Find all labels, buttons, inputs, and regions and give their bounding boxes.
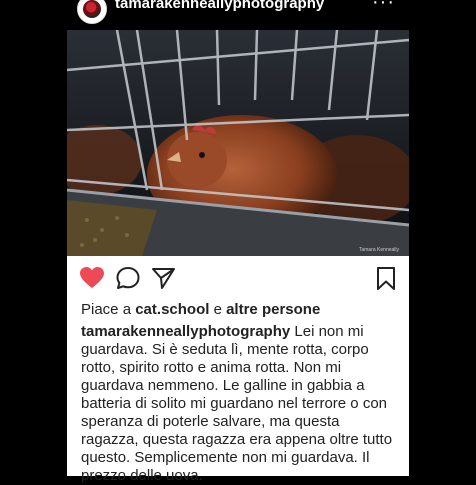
avatar-image xyxy=(83,0,101,18)
photo-illustration: Tamara Kenneally xyxy=(67,30,409,256)
likes-summary: Piace a cat.school e altre persone xyxy=(81,301,320,318)
post-header: tamarakenneallyphotography ··· xyxy=(67,0,409,28)
heart-icon[interactable] xyxy=(79,266,105,290)
bookmark-icon[interactable] xyxy=(373,266,399,290)
likes-conjunction: e xyxy=(213,301,222,318)
action-bar xyxy=(67,256,409,300)
likes-others-link[interactable]: altre persone xyxy=(226,301,320,318)
post-panel: Piace a cat.school e altre persone tamar… xyxy=(67,256,409,484)
post-caption: tamarakenneallyphotography Lei non mi gu… xyxy=(81,323,401,485)
comment-icon[interactable] xyxy=(115,266,141,290)
caption-username[interactable]: tamarakenneallyphotography xyxy=(81,323,290,340)
post-username[interactable]: tamarakenneallyphotography xyxy=(115,0,324,12)
avatar[interactable] xyxy=(77,0,107,24)
photo-watermark: Tamara Kenneally xyxy=(359,247,400,253)
share-icon[interactable] xyxy=(151,266,177,290)
more-icon[interactable]: ··· xyxy=(372,0,395,14)
likes-prefix: Piace a xyxy=(81,301,132,318)
likes-user-link[interactable]: cat.school xyxy=(135,301,209,318)
caption-text: Lei non mi guardava. Si è seduta lì, men… xyxy=(81,323,393,484)
post-photo[interactable]: Tamara Kenneally xyxy=(67,30,409,256)
